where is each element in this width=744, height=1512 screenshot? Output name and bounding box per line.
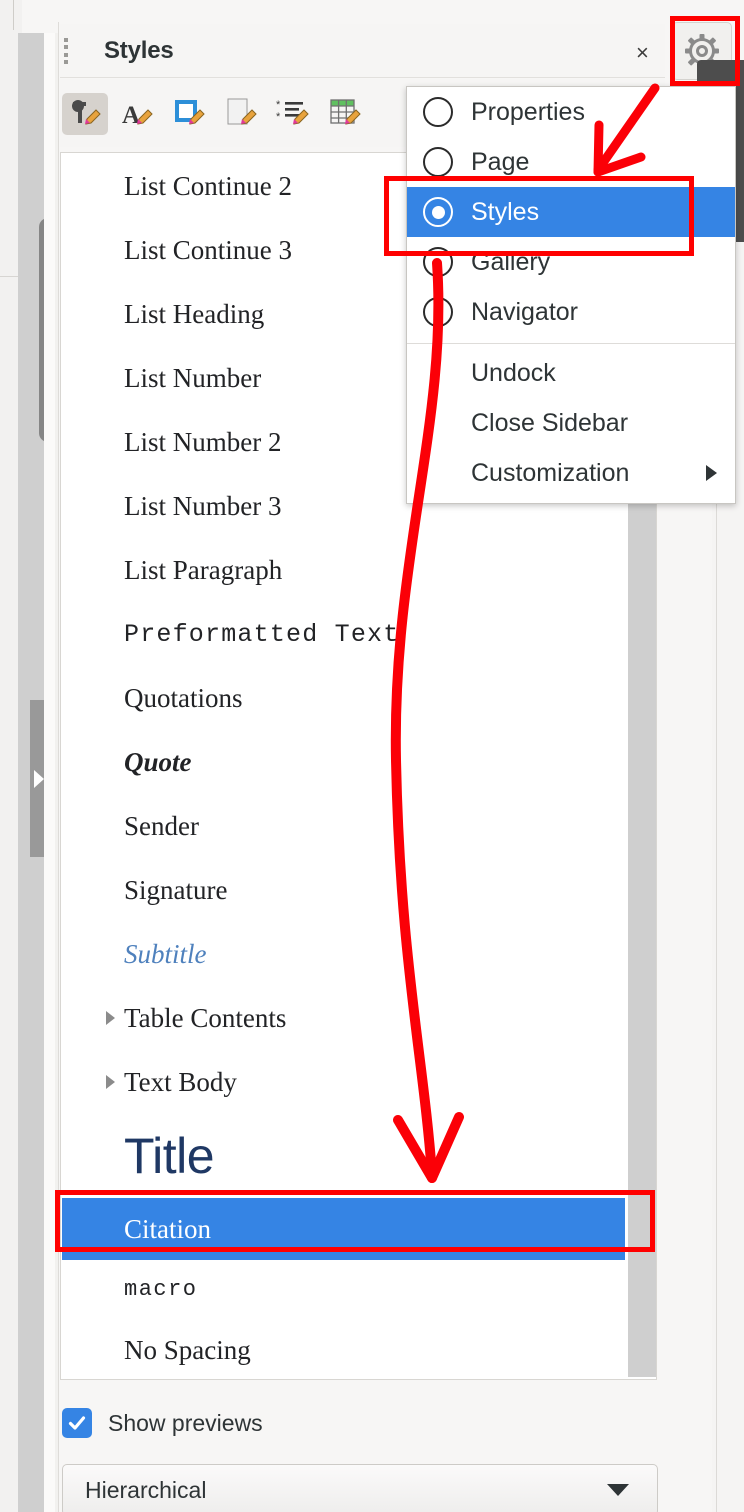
sidebar-splitter-handle[interactable] bbox=[30, 700, 45, 857]
style-name-label: List Continue 2 bbox=[124, 170, 292, 201]
style-name-label: Subtitle bbox=[124, 938, 207, 969]
style-row[interactable]: Quote bbox=[62, 730, 625, 794]
style-row[interactable]: Table Contents bbox=[62, 986, 625, 1050]
radio-unselected-icon[interactable] bbox=[423, 147, 453, 177]
table-styles-button[interactable] bbox=[322, 93, 368, 135]
menu-item-label: Gallery bbox=[471, 247, 551, 276]
menu-item-close-sidebar[interactable]: Close Sidebar bbox=[407, 398, 735, 448]
sidebar-settings-menu[interactable]: Properties Page Styles Gallery Navigator Undo… bbox=[406, 86, 736, 504]
style-filter-dropdown[interactable]: Hierarchical bbox=[62, 1464, 658, 1512]
table-styles-icon bbox=[330, 99, 361, 125]
svg-text:*: * bbox=[276, 111, 281, 123]
style-row[interactable]: List Paragraph bbox=[62, 538, 625, 602]
style-name-label: Table Contents bbox=[124, 1002, 287, 1033]
style-row[interactable]: Preformatted Text bbox=[62, 602, 625, 666]
close-icon[interactable]: × bbox=[636, 42, 649, 64]
style-name-label: Quote bbox=[124, 746, 192, 777]
app-root: Styles × A * * List Continue 2 List Cont… bbox=[0, 0, 744, 1512]
menu-item-label: Customization bbox=[471, 458, 630, 487]
menu-item-label: Styles bbox=[471, 197, 540, 226]
menu-item-styles[interactable]: Styles bbox=[407, 187, 735, 237]
splitter-expand-arrow-icon bbox=[33, 769, 44, 788]
style-name-label: Text Body bbox=[124, 1066, 237, 1097]
gutter-filler-a bbox=[44, 33, 55, 1512]
show-previews-row[interactable]: Show previews bbox=[62, 1400, 442, 1446]
expand-triangle-icon[interactable] bbox=[106, 1011, 115, 1025]
style-row[interactable]: Signature bbox=[62, 858, 625, 922]
style-name-label: No Spacing bbox=[124, 1334, 251, 1365]
paragraph-styles-button[interactable] bbox=[62, 93, 108, 135]
style-name-label: Sender bbox=[124, 810, 199, 841]
style-name-label: Title bbox=[124, 1128, 215, 1184]
menu-item-page[interactable]: Page bbox=[407, 137, 735, 187]
menu-item-label: Navigator bbox=[471, 297, 578, 326]
style-name-label: Citation bbox=[124, 1213, 211, 1244]
menu-item-label: Page bbox=[471, 147, 530, 176]
page-styles-icon bbox=[227, 98, 257, 125]
menu-item-navigator[interactable]: Navigator bbox=[407, 287, 735, 337]
character-styles-button[interactable]: A bbox=[114, 93, 160, 135]
style-name-label: Quotations bbox=[124, 682, 243, 713]
menu-item-undock[interactable]: Undock bbox=[407, 348, 735, 398]
frame-styles-icon bbox=[175, 100, 205, 125]
menu-item-properties[interactable]: Properties bbox=[407, 87, 735, 137]
chevron-down-icon bbox=[607, 1484, 629, 1496]
svg-text:*: * bbox=[276, 99, 281, 111]
character-styles-icon: A bbox=[122, 102, 153, 129]
style-name-label: List Number 2 bbox=[124, 426, 282, 457]
style-name-label: macro bbox=[124, 1276, 198, 1302]
style-row[interactable]: Subtitle bbox=[62, 922, 625, 986]
expand-triangle-icon[interactable] bbox=[106, 1075, 115, 1089]
submenu-arrow-icon bbox=[706, 465, 717, 481]
svg-text:A: A bbox=[122, 102, 140, 129]
checkmark-icon bbox=[68, 1416, 86, 1430]
style-name-label: List Number 3 bbox=[124, 490, 282, 521]
menu-item-customization[interactable]: Customization bbox=[407, 448, 735, 498]
style-name-label: Preformatted Text bbox=[124, 619, 400, 649]
style-filter-value: Hierarchical bbox=[85, 1476, 207, 1503]
style-name-label: List Continue 3 bbox=[124, 234, 292, 265]
radio-unselected-icon[interactable] bbox=[423, 297, 453, 327]
style-row[interactable]: macro bbox=[62, 1260, 625, 1318]
paragraph-styles-icon bbox=[72, 100, 101, 125]
list-styles-icon: * * bbox=[276, 99, 309, 125]
gutter-hairline bbox=[0, 276, 18, 277]
panel-grip-dots-icon[interactable] bbox=[64, 38, 68, 64]
radio-selected-icon[interactable] bbox=[423, 197, 453, 227]
frame-styles-button[interactable] bbox=[166, 93, 212, 135]
show-previews-label: Show previews bbox=[108, 1409, 263, 1436]
style-row[interactable]: Quotations bbox=[62, 666, 625, 730]
menu-item-label: Undock bbox=[471, 358, 556, 387]
menu-separator bbox=[407, 343, 735, 344]
style-name-label: List Number bbox=[124, 362, 262, 393]
style-row-selected[interactable]: Citation bbox=[62, 1198, 625, 1260]
style-row[interactable]: Text Body bbox=[62, 1050, 625, 1114]
style-name-label: List Paragraph bbox=[124, 554, 283, 585]
style-row[interactable]: No Spacing bbox=[62, 1318, 625, 1378]
gutter-divider bbox=[13, 0, 14, 30]
list-styles-button[interactable]: * * bbox=[270, 93, 316, 135]
menu-item-gallery[interactable]: Gallery bbox=[407, 237, 735, 287]
style-row[interactable]: Title bbox=[62, 1114, 625, 1198]
page-title: Styles bbox=[104, 37, 174, 64]
page-styles-button[interactable] bbox=[218, 93, 264, 135]
style-name-label: List Heading bbox=[124, 298, 265, 329]
menu-item-label: Properties bbox=[471, 97, 585, 126]
radio-unselected-icon[interactable] bbox=[423, 97, 453, 127]
show-previews-checkbox[interactable] bbox=[62, 1408, 92, 1438]
style-row[interactable]: Sender bbox=[62, 794, 625, 858]
menu-item-label: Close Sidebar bbox=[471, 408, 629, 437]
style-name-label: Signature bbox=[124, 874, 228, 905]
radio-unselected-icon[interactable] bbox=[423, 247, 453, 277]
